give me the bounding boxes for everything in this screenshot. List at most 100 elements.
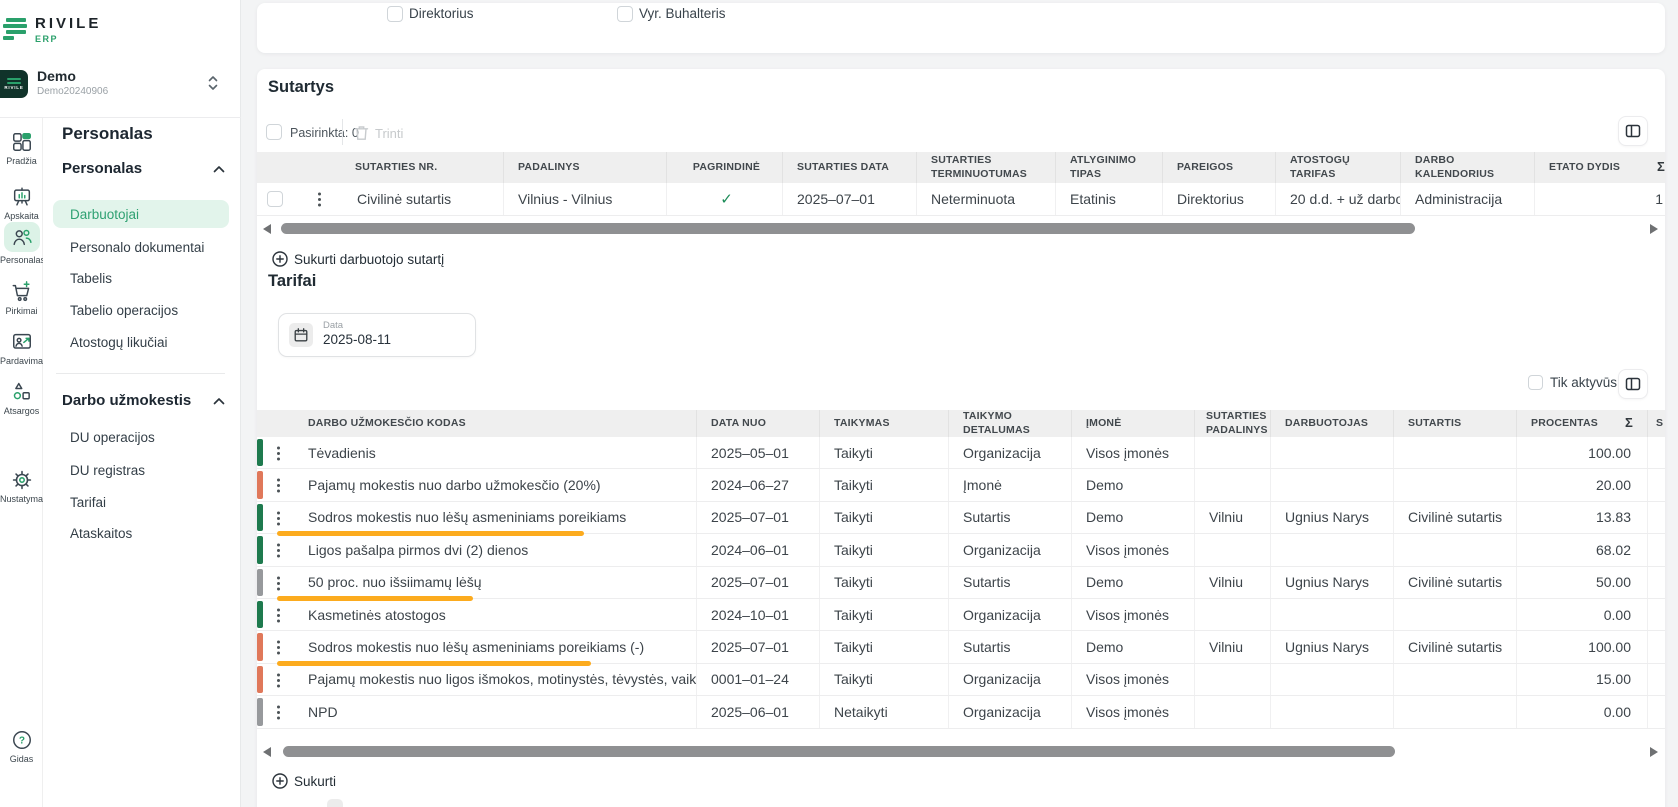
delete-button[interactable]: Trinti [375, 126, 403, 141]
row-menu-icon[interactable] [277, 582, 280, 585]
select-all-checkbox[interactable] [266, 124, 282, 140]
rail-item-apskaita[interactable]: Apskaita [0, 186, 43, 221]
sidebar-item-tabelis[interactable]: Tabelis [70, 271, 112, 286]
sidebar-item-personalo-dokumentai[interactable]: Personalo dokumentai [70, 240, 204, 255]
tariff-row[interactable]: Kasmetinės atostogos 2024–10–01 Taikyti … [257, 599, 1665, 631]
sum-icon[interactable]: Σ [1625, 415, 1633, 431]
rail-item-personalas[interactable]: Personalas [0, 222, 43, 265]
active-rail-pill [4, 222, 40, 252]
col-sutarties-nr[interactable]: SUTARTIES NR. [257, 152, 504, 183]
app-logo: RIVILE ERP [3, 16, 101, 44]
tariff-row[interactable]: NPD 2025–06–01 Netaikyti Organizacija Vi… [257, 696, 1665, 728]
sidebar-item-du-operacijos[interactable]: DU operacijos [70, 430, 155, 445]
create-tariff-button[interactable]: Sukurti [272, 773, 336, 789]
shapes-icon [11, 381, 33, 403]
col-atostogu-tarifas[interactable]: ATOSTOGŲ TARIFAS [1276, 152, 1401, 183]
tariff-row[interactable]: Ligos pašalpa pirmos dvi (2) dienos 2024… [257, 534, 1665, 566]
row-menu-icon[interactable] [277, 646, 280, 649]
row-menu-icon[interactable] [277, 452, 280, 455]
col-procentas[interactable]: PROCENTAS Σ [1517, 410, 1648, 437]
row-menu-icon[interactable] [277, 614, 280, 617]
active-only-checkbox[interactable] [1528, 375, 1543, 390]
rail-item-gidas[interactable]: ? Gidas [0, 729, 43, 764]
row-menu-icon[interactable] [277, 517, 280, 520]
scroll-thumb[interactable] [283, 746, 1395, 757]
sutartys-table-header: SUTARTIES NR. PADALINYS PAGRINDINĖ SUTAR… [257, 152, 1665, 183]
sidebar-item-tarifai[interactable]: Tarifai [70, 495, 106, 510]
col-imone[interactable]: ĮMONĖ [1072, 410, 1195, 437]
sutartys-columns-button[interactable] [1618, 116, 1648, 146]
col-pareigos[interactable]: PAREIGOS [1163, 152, 1276, 183]
col-darbuotojas[interactable]: DARBUOTOJAS [1271, 410, 1394, 437]
col-data-nuo[interactable]: DATA NUO [697, 410, 820, 437]
create-contract-button[interactable]: Sukurti darbuotojo sutartį [272, 251, 444, 267]
workspace-name: Demo [37, 68, 76, 84]
scroll-right-arrow[interactable] [1650, 224, 1658, 234]
tariff-detalumas: Organizacija [949, 599, 1072, 630]
contract-data: 2025–07–01 [783, 183, 917, 215]
col-sutartis[interactable]: SUTARTIS [1394, 410, 1517, 437]
rail-item-atsargos[interactable]: Atsargos [0, 381, 43, 416]
col-du-kodas[interactable]: DARBO UŽMOKESČIO KODAS [257, 410, 697, 437]
workspace-selector[interactable]: RIVILE Demo Demo20240906 [0, 68, 241, 108]
direktorius-checkbox[interactable] [387, 6, 403, 22]
row-status-bar [257, 569, 263, 596]
tariff-taikymas: Taikyti [820, 469, 949, 500]
col-padalinys[interactable]: PADALINYS [504, 152, 667, 183]
tariff-taikymas: Taikyti [820, 502, 949, 533]
row-menu-icon[interactable] [277, 679, 280, 682]
sidebar-item-darbuotojai[interactable]: Darbuotojai [70, 207, 139, 222]
tariff-imone: Demo [1072, 631, 1195, 662]
tarifai-columns-button[interactable] [1618, 369, 1648, 399]
col-etato-dydis[interactable]: ETATO DYDIS Σ [1535, 152, 1665, 183]
row-menu-icon[interactable] [277, 711, 280, 714]
workspace-switch-icon[interactable] [207, 74, 219, 97]
tariff-detalumas: Organizacija [949, 664, 1072, 695]
col-sutarties-padalinys[interactable]: SUTARTIES PADALINYS [1195, 410, 1271, 437]
sidebar-item-tabelio-operacijos[interactable]: Tabelio operacijos [70, 303, 178, 318]
sidebar-item-ataskaitos[interactable]: Ataskaitos [70, 526, 132, 541]
sidebar-section-darbo-uzmokestis[interactable]: Darbo užmokestis [62, 392, 225, 409]
tariff-darbuotojas [1271, 599, 1394, 630]
row-menu-icon[interactable] [277, 484, 280, 487]
rail-item-pradzia[interactable]: Pradžia [0, 131, 43, 166]
scroll-left-arrow[interactable] [263, 747, 271, 757]
calendar-icon[interactable] [289, 323, 313, 347]
tariff-code: Ligos pašalpa pirmos dvi (2) dienos [308, 542, 528, 558]
vyr-buhalteris-checkbox[interactable] [617, 6, 633, 22]
sum-icon[interactable]: Σ [1657, 159, 1665, 175]
columns-icon [1625, 123, 1641, 139]
col-taikymo-detalumas[interactable]: TAIKYMO DETALUMAS [949, 410, 1072, 437]
col-sutarties-data[interactable]: SUTARTIES DATA [783, 152, 917, 183]
tariff-taikymas: Taikyti [820, 534, 949, 565]
rail-item-pardavimai[interactable]: Pardavimai [0, 331, 43, 366]
date-filter-input[interactable]: Data 2025-08-11 [278, 313, 476, 357]
tariff-sutartis: Civilinė sutartis [1394, 502, 1517, 533]
sidebar-item-du-registras[interactable]: DU registras [70, 463, 145, 478]
row-menu-icon[interactable] [318, 198, 321, 201]
row-menu-icon[interactable] [277, 549, 280, 552]
col-clipped[interactable]: S [1648, 410, 1665, 437]
tariff-row[interactable]: Pajamų mokestis nuo ligos išmokos, motin… [257, 664, 1665, 696]
scroll-left-arrow[interactable] [263, 224, 271, 234]
col-darbo-kalendorius[interactable]: DARBO KALENDORIUS [1401, 152, 1535, 183]
rail-item-nustatymai[interactable]: Nustatymai [0, 469, 43, 504]
col-atlyginimo-tipas[interactable]: ATLYGINIMO TIPAS [1056, 152, 1163, 183]
col-terminuotumas[interactable]: SUTARTIES TERMINUOTUMAS [917, 152, 1056, 183]
col-pagrindine[interactable]: PAGRINDINĖ [667, 152, 783, 183]
contract-row[interactable]: Civilinė sutartis Vilnius - Vilnius ✓ 20… [257, 183, 1665, 216]
tariff-imone: Visos įmonės [1072, 437, 1195, 468]
scroll-right-arrow[interactable] [1650, 747, 1658, 757]
tariff-data-nuo: 2025–06–01 [697, 696, 820, 727]
sidebar-section-personalas[interactable]: Personalas [62, 160, 225, 177]
row-checkbox[interactable] [267, 191, 283, 207]
col-taikymas[interactable]: TAIKYMAS [820, 410, 949, 437]
tariff-row[interactable]: 50 proc. nuo išsiimamų lėšų 2025–07–01 T… [257, 567, 1665, 599]
tariff-row[interactable]: Tėvadienis 2025–05–01 Taikyti Organizaci… [257, 437, 1665, 469]
sidebar-item-atostogu-likuciai[interactable]: Atostogų likučiai [70, 335, 168, 350]
rail-item-pirkimai[interactable]: Pirkimai [0, 281, 43, 316]
tariff-row[interactable]: Pajamų mokestis nuo darbo užmokesčio (20… [257, 469, 1665, 501]
tariff-row[interactable]: Sodros mokestis nuo lėšų asmeniniams por… [257, 631, 1665, 663]
tariff-row[interactable]: Sodros mokestis nuo lėšų asmeniniams por… [257, 502, 1665, 534]
scroll-thumb[interactable] [281, 223, 1415, 234]
